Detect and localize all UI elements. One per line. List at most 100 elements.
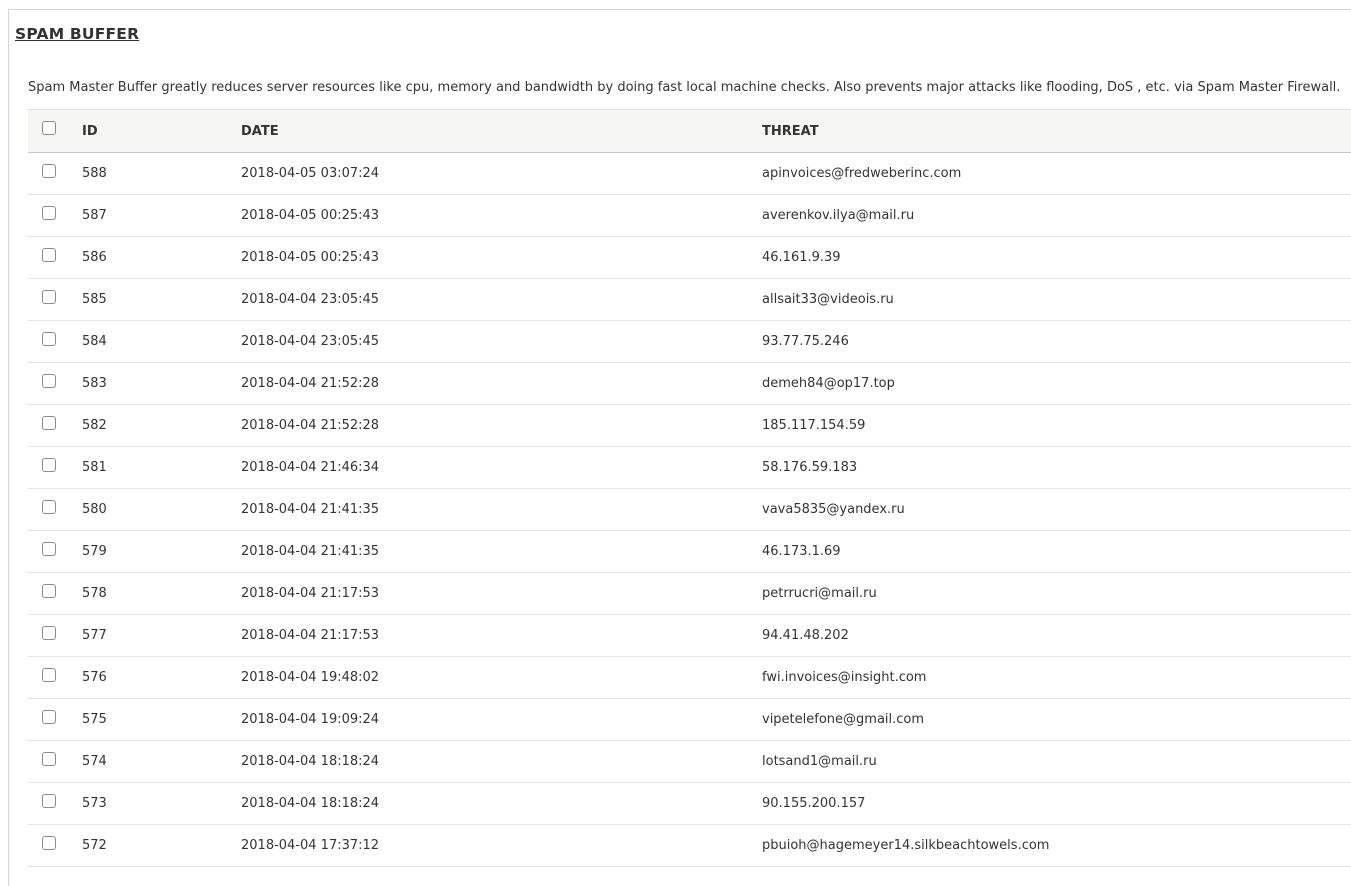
row-select-checkbox[interactable]: [42, 794, 56, 808]
row-threat: 90.155.200.157: [762, 796, 866, 811]
row-id: 575: [82, 712, 107, 727]
table-row: 580 2018-04-04 21:41:35 vava5835@yandex.ru: [28, 489, 1351, 531]
row-threat: vava5835@yandex.ru: [762, 502, 905, 517]
row-date: 2018-04-04 21:41:35: [241, 502, 380, 517]
row-threat: 94.41.48.202: [762, 628, 849, 643]
row-select-cell: [28, 741, 82, 783]
table-row: 587 2018-04-05 00:25:43 averenkov.ilya@mai…: [28, 195, 1351, 237]
row-threat: lotsand1@mail.ru: [762, 754, 877, 769]
row-threat: demeh84@op17.top: [762, 376, 895, 391]
row-select-checkbox[interactable]: [42, 626, 56, 640]
spam-buffer-table: ID DATE THREAT 588 2018-04-05 03:07:24 api…: [28, 109, 1351, 867]
row-select-checkbox[interactable]: [42, 374, 56, 388]
row-id: 577: [82, 628, 107, 643]
table-row: 574 2018-04-04 18:18:24 lotsand1@mail.ru: [28, 741, 1351, 783]
row-date: 2018-04-04 18:18:24: [241, 796, 380, 811]
row-select-cell: [28, 615, 82, 657]
row-select-cell: [28, 279, 82, 321]
row-threat: averenkov.ilya@mail.ru: [762, 208, 915, 223]
row-threat: 58.176.59.183: [762, 460, 858, 475]
row-select-checkbox[interactable]: [42, 584, 56, 598]
row-id: 582: [82, 418, 107, 433]
row-select-checkbox[interactable]: [42, 416, 56, 430]
row-select-cell: [28, 825, 82, 867]
table-header-row: ID DATE THREAT: [28, 109, 1351, 153]
row-select-checkbox[interactable]: [42, 836, 56, 850]
row-date: 2018-04-04 17:37:12: [241, 838, 380, 853]
row-threat: fwi.invoices@insight.com: [762, 670, 927, 685]
row-select-checkbox[interactable]: [42, 500, 56, 514]
row-select-cell: [28, 447, 82, 489]
row-date: 2018-04-04 21:17:53: [241, 628, 380, 643]
row-date: 2018-04-04 21:41:35: [241, 544, 380, 559]
row-select-checkbox[interactable]: [42, 752, 56, 766]
row-date: 2018-04-04 21:46:34: [241, 460, 380, 475]
table-row: 573 2018-04-04 18:18:24 90.155.200.157: [28, 783, 1351, 825]
row-select-checkbox[interactable]: [42, 542, 56, 556]
row-id: 587: [82, 208, 107, 223]
row-id: 573: [82, 796, 107, 811]
row-select-checkbox[interactable]: [42, 710, 56, 724]
row-id: 580: [82, 502, 107, 517]
row-id: 584: [82, 334, 107, 349]
row-select-cell: [28, 657, 82, 699]
row-select-cell: [28, 195, 82, 237]
row-threat: apinvoices@fredweberinc.com: [762, 166, 962, 181]
table-row: 578 2018-04-04 21:17:53 petrrucri@mail.ru: [28, 573, 1351, 615]
row-select-checkbox[interactable]: [42, 458, 56, 472]
row-date: 2018-04-04 21:52:28: [241, 376, 380, 391]
row-id: 574: [82, 754, 107, 769]
row-threat: 93.77.75.246: [762, 334, 849, 349]
table-row: 575 2018-04-04 19:09:24 vipetelefone@gmail…: [28, 699, 1351, 741]
spam-buffer-panel: SPAM BUFFER Spam Master Buffer greatly r…: [8, 9, 1351, 886]
row-select-cell: [28, 363, 82, 405]
column-header-threat[interactable]: THREAT: [762, 109, 1351, 153]
row-date: 2018-04-05 03:07:24: [241, 166, 380, 181]
row-id: 586: [82, 250, 107, 265]
table-row: 585 2018-04-04 23:05:45 allsait33@videois.…: [28, 279, 1351, 321]
row-threat: 46.161.9.39: [762, 250, 841, 265]
table-row: 577 2018-04-04 21:17:53 94.41.48.202: [28, 615, 1351, 657]
row-id: 581: [82, 460, 107, 475]
row-select-cell: [28, 405, 82, 447]
table-row: 583 2018-04-04 21:52:28 demeh84@op17.top: [28, 363, 1351, 405]
row-date: 2018-04-04 23:05:45: [241, 334, 380, 349]
table-row: 579 2018-04-04 21:41:35 46.173.1.69: [28, 531, 1351, 573]
table-row: 572 2018-04-04 17:37:12 pbuioh@hagemeyer14…: [28, 825, 1351, 867]
row-date: 2018-04-04 18:18:24: [241, 754, 380, 769]
row-id: 579: [82, 544, 107, 559]
select-all-checkbox[interactable]: [42, 121, 56, 135]
section-description: Spam Master Buffer greatly reduces serve…: [28, 80, 1341, 95]
table-row: 588 2018-04-05 03:07:24 apinvoices@fredweb…: [28, 153, 1351, 195]
table-body: 588 2018-04-05 03:07:24 apinvoices@fredweb…: [28, 153, 1351, 867]
row-select-cell: [28, 237, 82, 279]
page-title: SPAM BUFFER: [15, 25, 140, 43]
row-id: 576: [82, 670, 107, 685]
row-threat: allsait33@videois.ru: [762, 292, 894, 307]
column-header-id[interactable]: ID: [82, 109, 241, 153]
row-select-cell: [28, 531, 82, 573]
row-select-checkbox[interactable]: [42, 164, 56, 178]
row-select-cell: [28, 699, 82, 741]
row-threat: pbuioh@hagemeyer14.silkbeachtowels.com: [762, 838, 1050, 853]
row-threat: 185.117.154.59: [762, 418, 866, 433]
row-select-cell: [28, 573, 82, 615]
column-header-date[interactable]: DATE: [241, 109, 762, 153]
row-select-cell: [28, 321, 82, 363]
row-id: 572: [82, 838, 107, 853]
row-select-cell: [28, 153, 82, 195]
row-threat: 46.173.1.69: [762, 544, 841, 559]
row-threat: vipetelefone@gmail.com: [762, 712, 925, 727]
row-select-checkbox[interactable]: [42, 206, 56, 220]
select-all-cell: [28, 109, 82, 153]
row-date: 2018-04-04 21:52:28: [241, 418, 380, 433]
row-select-checkbox[interactable]: [42, 290, 56, 304]
row-select-checkbox[interactable]: [42, 248, 56, 262]
row-select-checkbox[interactable]: [42, 668, 56, 682]
row-id: 588: [82, 166, 107, 181]
table-row: 584 2018-04-04 23:05:45 93.77.75.246: [28, 321, 1351, 363]
row-date: 2018-04-04 23:05:45: [241, 292, 380, 307]
spam-buffer-table-container: ID DATE THREAT 588 2018-04-05 03:07:24 api…: [28, 109, 1351, 867]
row-select-checkbox[interactable]: [42, 332, 56, 346]
row-id: 578: [82, 586, 107, 601]
